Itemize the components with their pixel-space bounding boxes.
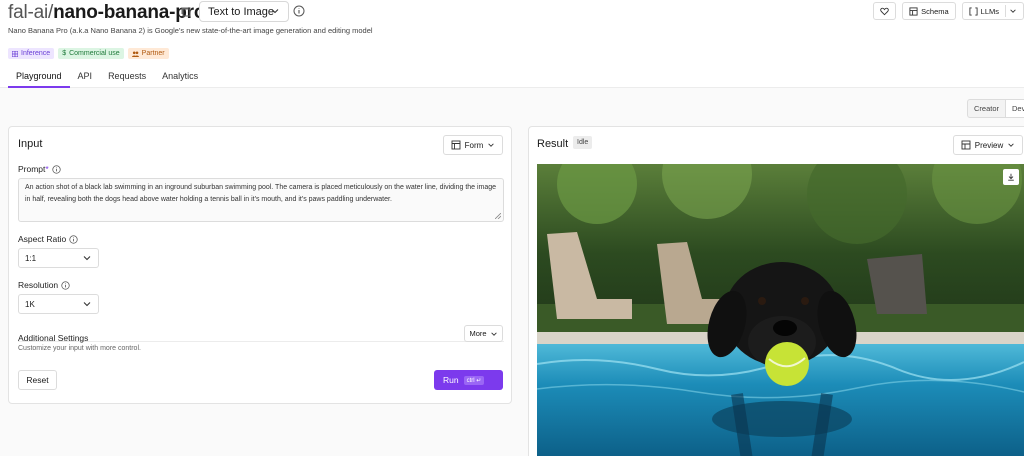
tab-requests[interactable]: Requests xyxy=(100,66,154,88)
info-icon[interactable] xyxy=(61,280,70,290)
tab-playground[interactable]: Playground xyxy=(8,66,70,88)
resolution-label-text: Resolution xyxy=(18,280,59,290)
prompt-text: An action shot of a black lab swimming i… xyxy=(25,184,497,203)
llms-label: LLMs xyxy=(980,6,999,16)
aspect-ratio-select[interactable]: 1:1 xyxy=(18,248,99,268)
more-button[interactable]: More xyxy=(464,325,503,342)
status-badge: Idle xyxy=(573,136,593,149)
prompt-label: Prompt* xyxy=(18,164,61,174)
chevron-down-icon xyxy=(271,9,279,14)
info-icon[interactable] xyxy=(52,164,61,174)
reset-button[interactable]: Reset xyxy=(18,370,57,390)
schema-icon xyxy=(909,6,918,16)
download-icon xyxy=(1008,173,1014,181)
header: fal-ai/nano-banana-pro Text to Image Nan… xyxy=(0,0,1024,88)
copy-icon[interactable] xyxy=(180,6,192,18)
chevron-down-icon xyxy=(83,256,91,261)
brackets-icon xyxy=(969,6,978,16)
tab-api[interactable]: API xyxy=(70,66,101,88)
info-icon[interactable] xyxy=(69,234,78,244)
additional-settings-header: Additional Settings xyxy=(18,328,504,343)
view-toggle-dev[interactable]: Dev xyxy=(1005,100,1024,117)
favorite-button[interactable] xyxy=(873,2,897,20)
resolution-select[interactable]: 1K xyxy=(18,294,99,314)
additional-settings-description: Customize your input with more control. xyxy=(18,345,141,352)
additional-settings-title: Additional Settings xyxy=(18,333,89,343)
separator xyxy=(1005,5,1006,17)
result-panel-title: Result xyxy=(537,138,569,150)
tab-analytics[interactable]: Analytics xyxy=(154,66,206,88)
grid-icon xyxy=(12,50,18,57)
view-toggle-creator[interactable]: Creator xyxy=(968,100,1005,117)
badge-partner: Partner xyxy=(127,48,169,59)
badge-label: Inference xyxy=(21,50,51,57)
chevron-down-icon xyxy=(490,331,497,336)
llms-button[interactable]: LLMs xyxy=(961,2,1024,20)
prompt-textarea[interactable]: An action shot of a black lab swimming i… xyxy=(18,178,504,222)
required-marker: * xyxy=(45,164,49,174)
people-icon xyxy=(131,51,139,57)
aspect-ratio-label-text: Aspect Ratio xyxy=(18,234,67,244)
resolution-value: 1K xyxy=(25,299,35,309)
form-button[interactable]: Form xyxy=(443,135,503,155)
chevron-down-icon xyxy=(1008,143,1014,147)
org-name[interactable]: fal-ai/ xyxy=(8,2,53,23)
chevron-down-icon xyxy=(1010,9,1016,13)
run-button-label: Run xyxy=(443,375,459,385)
model-description: Nano Banana Pro (a.k.a Nano Banana 2) is… xyxy=(8,26,373,35)
view-toggle: Creator Dev xyxy=(967,99,1024,118)
download-button[interactable] xyxy=(1003,169,1019,185)
tab-bar: Playground API Requests Analytics xyxy=(8,66,206,88)
page-title: fal-ai/nano-banana-pro xyxy=(8,2,205,24)
badge-label: Commercial use xyxy=(69,50,120,57)
badge-inference: Inference xyxy=(8,48,55,59)
badge-commercial-use: $ Commercial use xyxy=(58,48,124,59)
run-button[interactable]: Run ctrl ↵ xyxy=(434,370,503,390)
info-icon[interactable] xyxy=(293,5,305,17)
badge-label: Partner xyxy=(141,50,165,57)
input-panel-title: Input xyxy=(18,138,43,150)
mode-select[interactable]: Text to Image xyxy=(199,1,289,22)
prompt-label-text: Prompt xyxy=(18,164,46,174)
result-panel: Result Idle Preview xyxy=(528,126,1024,456)
header-actions: Schema LLMs xyxy=(873,2,1024,20)
form-button-label: Form xyxy=(464,140,484,150)
schema-label: Schema xyxy=(921,6,949,16)
schema-button[interactable]: Schema xyxy=(902,2,956,20)
aspect-ratio-label: Aspect Ratio xyxy=(18,234,78,244)
mode-select-value: Text to Image xyxy=(208,5,275,18)
badge-list: Inference $ Commercial use Partner xyxy=(8,48,169,59)
form-icon xyxy=(451,140,461,150)
dollar-icon: $ xyxy=(62,50,67,57)
aspect-ratio-value: 1:1 xyxy=(25,253,37,263)
resize-handle-icon[interactable] xyxy=(495,213,501,219)
run-shortcut: ctrl ↵ xyxy=(463,375,485,385)
preview-icon xyxy=(961,140,971,150)
input-panel: Input Form Prompt* An action shot of a b… xyxy=(8,126,512,404)
heart-icon xyxy=(880,7,889,15)
more-button-label: More xyxy=(469,329,487,338)
result-image[interactable] xyxy=(537,164,1024,456)
preview-button-label: Preview xyxy=(974,140,1004,150)
chevron-down-icon xyxy=(488,143,495,147)
preview-button[interactable]: Preview xyxy=(953,135,1023,155)
chevron-down-icon xyxy=(83,302,91,307)
generated-dog-image xyxy=(537,164,1024,456)
resolution-label: Resolution xyxy=(18,280,70,290)
